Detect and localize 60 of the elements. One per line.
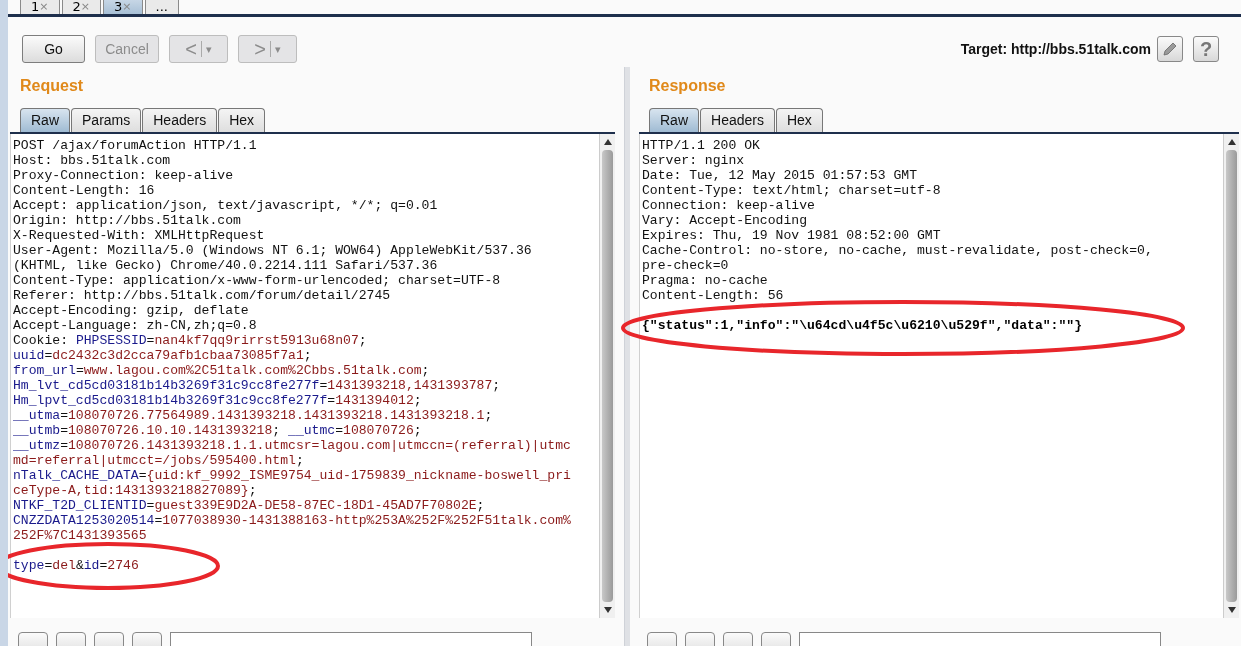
toolbar-button[interactable]: Go bbox=[22, 35, 85, 63]
tab[interactable]: Params bbox=[71, 108, 142, 132]
code-line: Cache-Control: no-store, no-cache, must-revalidate, post-check=0, bbox=[642, 243, 1153, 258]
pencil-icon bbox=[1161, 40, 1179, 58]
tab[interactable]: Hex bbox=[775, 108, 823, 132]
scrollbar[interactable] bbox=[1223, 134, 1239, 618]
code-line: Host: bbs.51talk.com bbox=[13, 153, 171, 168]
code-line: from_url=www.lagou.com%2C51talk.com%2Cbbs.51talk.com; bbox=[13, 363, 430, 378]
code-line: Accept: application/json, text/javascript, */*; q=0.01 bbox=[13, 198, 438, 213]
code-line: ceType-A,tid:1431393218827089}; bbox=[13, 483, 257, 498]
code-line: Content-Type: application/x-www-form-urlencoded; charset=UTF-8 bbox=[13, 273, 501, 288]
code-line: (KHTML, like Gecko) Chrome/40.0.2214.111 Safari/537.36 bbox=[13, 258, 438, 273]
code-line: Vary: Accept-Encoding bbox=[642, 213, 807, 228]
code-line: Connection: keep-alive bbox=[642, 198, 815, 213]
code-line: POST /ajax/forumAction HTTP/1.1 bbox=[13, 138, 257, 153]
code-line: Expires: Thu, 19 Nov 1981 08:52:00 GMT bbox=[642, 228, 941, 243]
code-line: Hm_lpvt_cd5cd03181b14b3269f31c9cc8fe277f=1431394012; bbox=[13, 393, 422, 408]
code-line: 252F%7C1431393565 bbox=[13, 528, 147, 543]
code-line: Server: nginx bbox=[642, 153, 745, 168]
code-line: HTTP/1.1 200 OK bbox=[642, 138, 760, 153]
code-line: __utmz=108070726.1431393218.1.1.utmcsr=lagou.com|utmccn=(referral)|utmc bbox=[13, 438, 571, 453]
code-line: md=referral|utmcct=/jobs/595400.html; bbox=[13, 453, 304, 468]
code-line: User-Agent: Mozilla/5.0 (Windows NT 6.1; WOW64) AppleWebKit/537.36 bbox=[13, 243, 532, 258]
code-line: {"status":1,"info":"\u64cd\u4f5c\u6210\u529f","data":""} bbox=[642, 318, 1083, 333]
target-label: Target: http://bbs.51talk.com bbox=[960, 41, 1151, 57]
code-line: Pragma: no-cache bbox=[642, 273, 768, 288]
code-line: Proxy-Connection: keep-alive bbox=[13, 168, 233, 183]
tab[interactable]: 1× bbox=[20, 0, 60, 14]
tab[interactable]: 3× bbox=[103, 0, 143, 14]
code-line: Content-Length: 16 bbox=[13, 183, 155, 198]
code-line: Content-Length: 56 bbox=[642, 288, 784, 303]
code-line: Accept-Encoding: gzip, deflate bbox=[13, 303, 249, 318]
code-line: Origin: http://bbs.51talk.com bbox=[13, 213, 241, 228]
code-line: Cookie: PHPSESSID=nan4kf7qq9rirrst5913u68n07; bbox=[13, 333, 367, 348]
pane-title: Request bbox=[19, 76, 85, 96]
tab[interactable]: Raw bbox=[649, 108, 699, 132]
code-line: __utmb=108070726.10.10.1431393218; __utmc=108070726; bbox=[13, 423, 422, 438]
code-line: Date: Tue, 12 May 2015 01:57:53 GMT bbox=[642, 168, 917, 183]
help-button[interactable]: ? bbox=[1193, 36, 1219, 62]
tab[interactable]: Headers bbox=[142, 108, 218, 132]
tab[interactable]: Raw bbox=[20, 108, 70, 132]
code-line: CNZZDATA1253020514=1077038930-1431388163-http%253A%252F%252F51talk.com% bbox=[13, 513, 571, 528]
code-line: Referer: http://bbs.51talk.com/forum/detail/2745 bbox=[13, 288, 391, 303]
code-line: X-Requested-With: XMLHttpRequest bbox=[13, 228, 265, 243]
code-line: __utma=108070726.77564989.1431393218.1431393218.1431393218.1; bbox=[13, 408, 493, 423]
code-line: Accept-Language: zh-CN,zh;q=0.8 bbox=[13, 318, 257, 333]
pane-title: Response bbox=[648, 76, 727, 96]
tab[interactable]: Hex bbox=[218, 108, 266, 132]
code-line: type=del&id=2746 bbox=[13, 558, 139, 573]
tab[interactable]: ... bbox=[144, 0, 179, 14]
code-line: uuid=dc2432c3d2cca79afb1cbaa73085f7a1; bbox=[13, 348, 312, 363]
code-line: NTKF_T2D_CLIENTID=guest339E9D2A-DE58-87EC-18D1-45AD7F70802E; bbox=[13, 498, 485, 513]
code-line: nTalk_CACHE_DATA={uid:kf_9992_ISME9754_uid-1759839_nickname-boswell_pri bbox=[13, 468, 571, 483]
scrollbar[interactable] bbox=[599, 134, 615, 618]
code-line: Hm_lvt_cd5cd03181b14b3269f31c9cc8fe277f=1431393218,1431393787; bbox=[13, 378, 501, 393]
edit-button[interactable] bbox=[1157, 36, 1183, 62]
tab[interactable]: 2× bbox=[61, 0, 101, 14]
code-line: pre-check=0 bbox=[642, 258, 729, 273]
tab[interactable]: Headers bbox=[700, 108, 775, 132]
code-line: Content-Type: text/html; charset=utf-8 bbox=[642, 183, 941, 198]
